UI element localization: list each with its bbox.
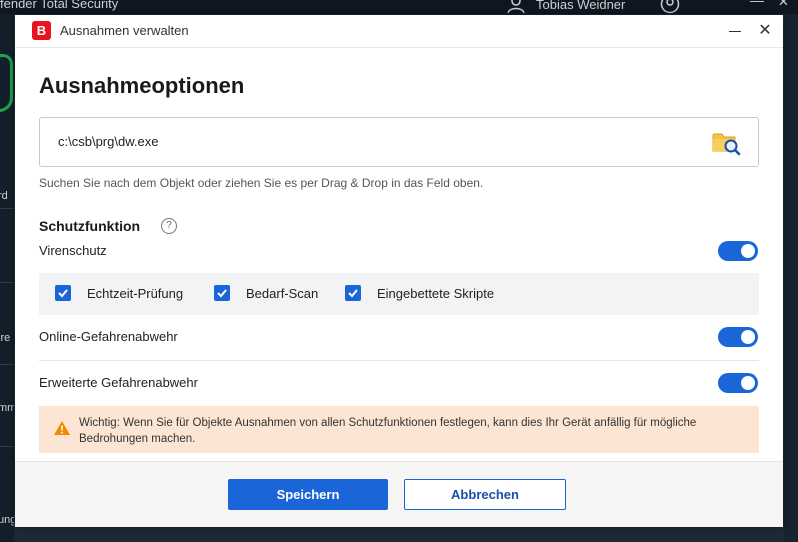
online-threat-toggle[interactable] <box>718 327 758 347</box>
page-title: Ausnahmeoptionen <box>39 73 245 98</box>
warning-banner: Wichtig: Wenn Sie für Objekte Ausnahmen … <box>39 406 759 453</box>
online-threat-label: Online-Gefahrenabwehr <box>39 329 178 344</box>
background-titlebar: fender Total Security Tobias Weidner — ✕ <box>0 0 798 14</box>
dialog-title: Ausnahmen verwalten <box>60 23 189 38</box>
checkmark-icon <box>217 289 227 298</box>
shield-icon <box>0 54 13 112</box>
sidebar-item-1[interactable]: rd <box>0 190 8 202</box>
path-input[interactable]: c:\csb\prg\dw.exe <box>39 117 759 167</box>
sidebar-item-4[interactable]: ung <box>0 514 14 526</box>
realtime-scan-checkbox[interactable] <box>55 285 71 301</box>
toggle-knob <box>741 330 755 344</box>
realtime-scan-label: Echtzeit-Prüfung <box>87 286 184 301</box>
virus-options-panel: Echtzeit-Prüfung Bedarf-Scan Eingebettet… <box>39 273 759 315</box>
cancel-button[interactable]: Abbrechen <box>404 479 566 510</box>
minimize-button[interactable] <box>723 23 747 39</box>
background-sidebar: rd ire mm ung <box>0 14 14 542</box>
warning-text: Wichtig: Wenn Sie für Objekte Ausnahmen … <box>79 417 697 445</box>
path-hint: Suchen Sie nach dem Objekt oder ziehen S… <box>39 176 484 190</box>
sidebar-divider <box>0 208 14 209</box>
background-close-icon[interactable]: ✕ <box>778 0 789 10</box>
sidebar-divider <box>0 282 14 283</box>
help-icon[interactable]: ? <box>161 218 177 234</box>
embedded-scripts-checkbox[interactable] <box>345 285 361 301</box>
checkmark-icon <box>58 289 68 298</box>
bitdefender-logo: B <box>32 21 51 40</box>
exceptions-dialog: B Ausnahmen verwalten ✕ Ausnahmeoptionen… <box>15 15 783 527</box>
user-icon <box>507 0 525 14</box>
close-button[interactable]: ✕ <box>753 19 777 43</box>
section-title: Schutzfunktion <box>39 218 141 234</box>
dialog-titlebar: B Ausnahmen verwalten ✕ <box>15 15 783 48</box>
background-app-title: fender Total Security <box>0 0 119 11</box>
account-circle-icon[interactable] <box>660 0 680 14</box>
toggle-knob <box>741 376 755 390</box>
virus-protection-label: Virenschutz <box>39 243 107 258</box>
background-minimize-icon[interactable]: — <box>750 0 764 8</box>
row-divider <box>39 360 759 361</box>
advanced-threat-toggle[interactable] <box>718 373 758 393</box>
virus-protection-toggle[interactable] <box>718 241 758 261</box>
dialog-footer: Speichern Abbrechen <box>15 461 783 527</box>
sidebar-divider <box>0 364 14 365</box>
toggle-knob <box>741 244 755 258</box>
advanced-threat-label: Erweiterte Gefahrenabwehr <box>39 375 198 390</box>
background-user-name: Tobias Weidner <box>536 0 626 12</box>
save-button[interactable]: Speichern <box>228 479 388 510</box>
sidebar-item-3[interactable]: mm <box>0 402 14 414</box>
sidebar-divider <box>0 446 14 447</box>
path-input-value: c:\csb\prg\dw.exe <box>58 134 159 149</box>
folder-search-icon[interactable] <box>711 127 741 157</box>
ondemand-scan-checkbox[interactable] <box>214 285 230 301</box>
checkmark-icon <box>348 289 358 298</box>
embedded-scripts-label: Eingebettete Skripte <box>377 286 495 301</box>
background-right-panel <box>784 14 798 542</box>
background-user[interactable]: Tobias Weidner <box>506 0 625 14</box>
warning-icon <box>54 421 70 435</box>
ondemand-scan-label: Bedarf-Scan <box>246 286 319 301</box>
sidebar-item-2[interactable]: ire <box>0 332 10 344</box>
